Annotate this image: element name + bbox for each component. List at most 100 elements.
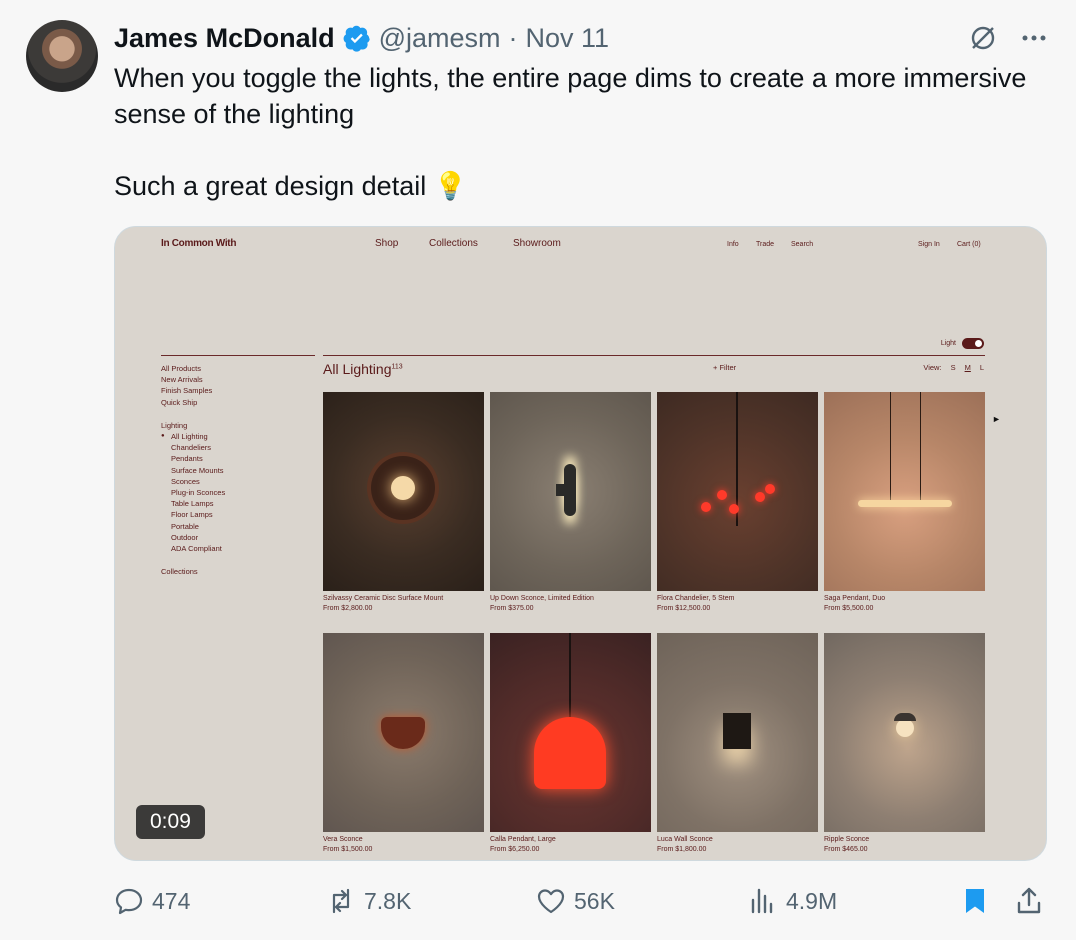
product-price: From $5,500.00 [824, 605, 874, 612]
product-card: Szilvassy Ceramic Disc Surface Mount From… [323, 392, 484, 614]
product-name: Up Down Sconce, Limited Edition [490, 595, 594, 602]
product-name: Luca Wall Sconce [657, 836, 713, 843]
verified-badge-icon [343, 25, 370, 52]
nav-trade: Trade [756, 241, 775, 248]
share-button[interactable] [1014, 886, 1044, 916]
tweet-text-line2: Such a great design detail 💡 [114, 168, 1054, 204]
nav-showroom: Showroom [513, 238, 561, 249]
product-image-luca-wall-sconce [657, 633, 818, 832]
lightbulb-emoji-icon: 💡 [433, 171, 468, 201]
product-name: Saga Pendant, Duo [824, 595, 886, 602]
views-chart-icon [751, 888, 773, 914]
tweet-text: When you toggle the lights, the entire p… [114, 60, 1054, 204]
bookmark-button[interactable] [960, 886, 990, 916]
sidebar-surface-mounts: Surface Mounts [171, 465, 224, 475]
view-s: S [950, 363, 956, 372]
video-player[interactable]: In Common With Shop Collections Showroom… [114, 226, 1047, 861]
product-card: Calla Pendant, Large From $6,250.00 [490, 633, 651, 855]
like-button[interactable]: 56K [536, 886, 615, 916]
view-options: View: S M L [923, 363, 984, 372]
more-options-icon[interactable] [1020, 23, 1048, 53]
sidebar-finish-samples: Finish Samples [161, 386, 213, 396]
sidebar-portable: Portable [171, 521, 199, 531]
light-toggle-row: Light [941, 338, 984, 349]
product-image-saga-pendant [824, 392, 985, 591]
like-count: 56K [574, 887, 615, 914]
sidebar-chandeliers: Chandeliers [171, 443, 212, 453]
nav-search: Search [791, 241, 814, 248]
view-m: M [964, 363, 971, 372]
reply-button[interactable]: 474 [114, 886, 190, 916]
product-price: From $465.00 [824, 846, 868, 853]
tweet-date[interactable]: Nov 11 [526, 23, 610, 54]
filter-link: + Filter [713, 363, 737, 372]
sidebar-outdoor: Outdoor [171, 532, 199, 542]
repost-button[interactable]: 7.8K [326, 886, 411, 916]
product-card: Flora Chandelier, 5 Stem From $12,500.00 [657, 392, 818, 614]
tweet-header: James McDonald @jamesm · Nov 11 [114, 20, 609, 56]
views-count: 4.9M [786, 887, 838, 914]
product-name: Vera Sconce [323, 836, 363, 843]
product-name: Ripple Sconce [824, 836, 870, 843]
tweet-actions: 474 7.8K 56K 4.9M [114, 886, 1046, 920]
product-image-disc-mount [323, 392, 484, 591]
product-card: Saga Pendant, Duo From $5,500.00 [824, 392, 985, 614]
tweet-text-line2-text: Such a great design detail [114, 171, 427, 201]
views-button[interactable]: 4.9M [748, 886, 837, 916]
sidebar-all-lighting: All Lighting [161, 431, 225, 442]
author-name[interactable]: James McDonald [114, 23, 335, 54]
product-name: Flora Chandelier, 5 Stem [657, 595, 735, 602]
sidebar-ada-compliant: ADA Compliant [171, 544, 222, 554]
sidebar-plugin-sconces: Plug-in Sconces [171, 488, 226, 498]
sidebar-table-lamps: Table Lamps [171, 499, 214, 509]
sidebar-all-products: All Products [161, 364, 202, 373]
product-price: From $12,500.00 [657, 605, 711, 612]
nav-cart: Cart (0) [957, 241, 981, 248]
heart-icon [537, 889, 565, 914]
view-l: L [979, 363, 984, 372]
nav-collections: Collections [429, 238, 478, 249]
grid-title: All Lighting113 [323, 361, 403, 377]
site-logo: In Common With [161, 238, 237, 249]
product-price: From $6,250.00 [490, 846, 540, 853]
reply-count: 474 [152, 887, 191, 914]
product-card: Vera Sconce From $1,500.00 [323, 633, 484, 855]
product-image-vera-sconce [323, 633, 484, 832]
repost-icon [332, 888, 350, 914]
sidebar-pendants: Pendants [171, 454, 203, 464]
bookmark-icon [966, 889, 984, 913]
repost-count: 7.8K [364, 887, 412, 914]
author-handle[interactable]: @jamesm [379, 23, 501, 54]
site-nav: In Common With Shop Collections Showroom… [115, 238, 1046, 250]
video-timer: 0:09 [136, 805, 205, 839]
grok-icon[interactable] [968, 23, 998, 53]
nav-info: Info [727, 241, 739, 248]
tweet-text-line1: When you toggle the lights, the entire p… [114, 63, 1027, 129]
site-sidebar: All Products New Arrivals Finish Samples… [161, 363, 225, 577]
sidebar-rule [161, 355, 315, 356]
product-price: From $1,800.00 [657, 846, 707, 853]
product-card: Up Down Sconce, Limited Edition From $375… [490, 392, 651, 614]
product-price: From $375.00 [490, 605, 534, 612]
sidebar-new-arrivals: New Arrivals [161, 375, 203, 385]
product-image-flora-chandelier [657, 392, 818, 591]
product-name: Szilvassy Ceramic Disc Surface Mount [323, 595, 444, 602]
product-card: Ripple Sconce From $465.00 [824, 633, 985, 855]
reply-icon [115, 888, 143, 915]
product-name: Calla Pendant, Large [490, 836, 556, 843]
product-image-calla-pendant [490, 633, 651, 832]
grid-count: 113 [391, 363, 403, 371]
author-avatar[interactable] [26, 20, 98, 92]
product-price: From $2,800.00 [323, 605, 373, 612]
tweet-top-actions [968, 20, 1048, 56]
sidebar-quick-ship: Quick Ship [161, 397, 198, 407]
product-image-ripple-sconce [824, 633, 985, 832]
grid-title-text: All Lighting [323, 361, 392, 377]
product-image-up-down-sconce [490, 392, 651, 591]
product-price: From $1,500.00 [323, 846, 373, 853]
sidebar-lighting: Lighting [161, 420, 188, 430]
nav-sign-in: Sign In [918, 241, 940, 248]
light-toggle [962, 338, 984, 349]
sidebar-floor-lamps: Floor Lamps [171, 510, 213, 520]
mouse-cursor-icon: ► [992, 414, 1001, 424]
